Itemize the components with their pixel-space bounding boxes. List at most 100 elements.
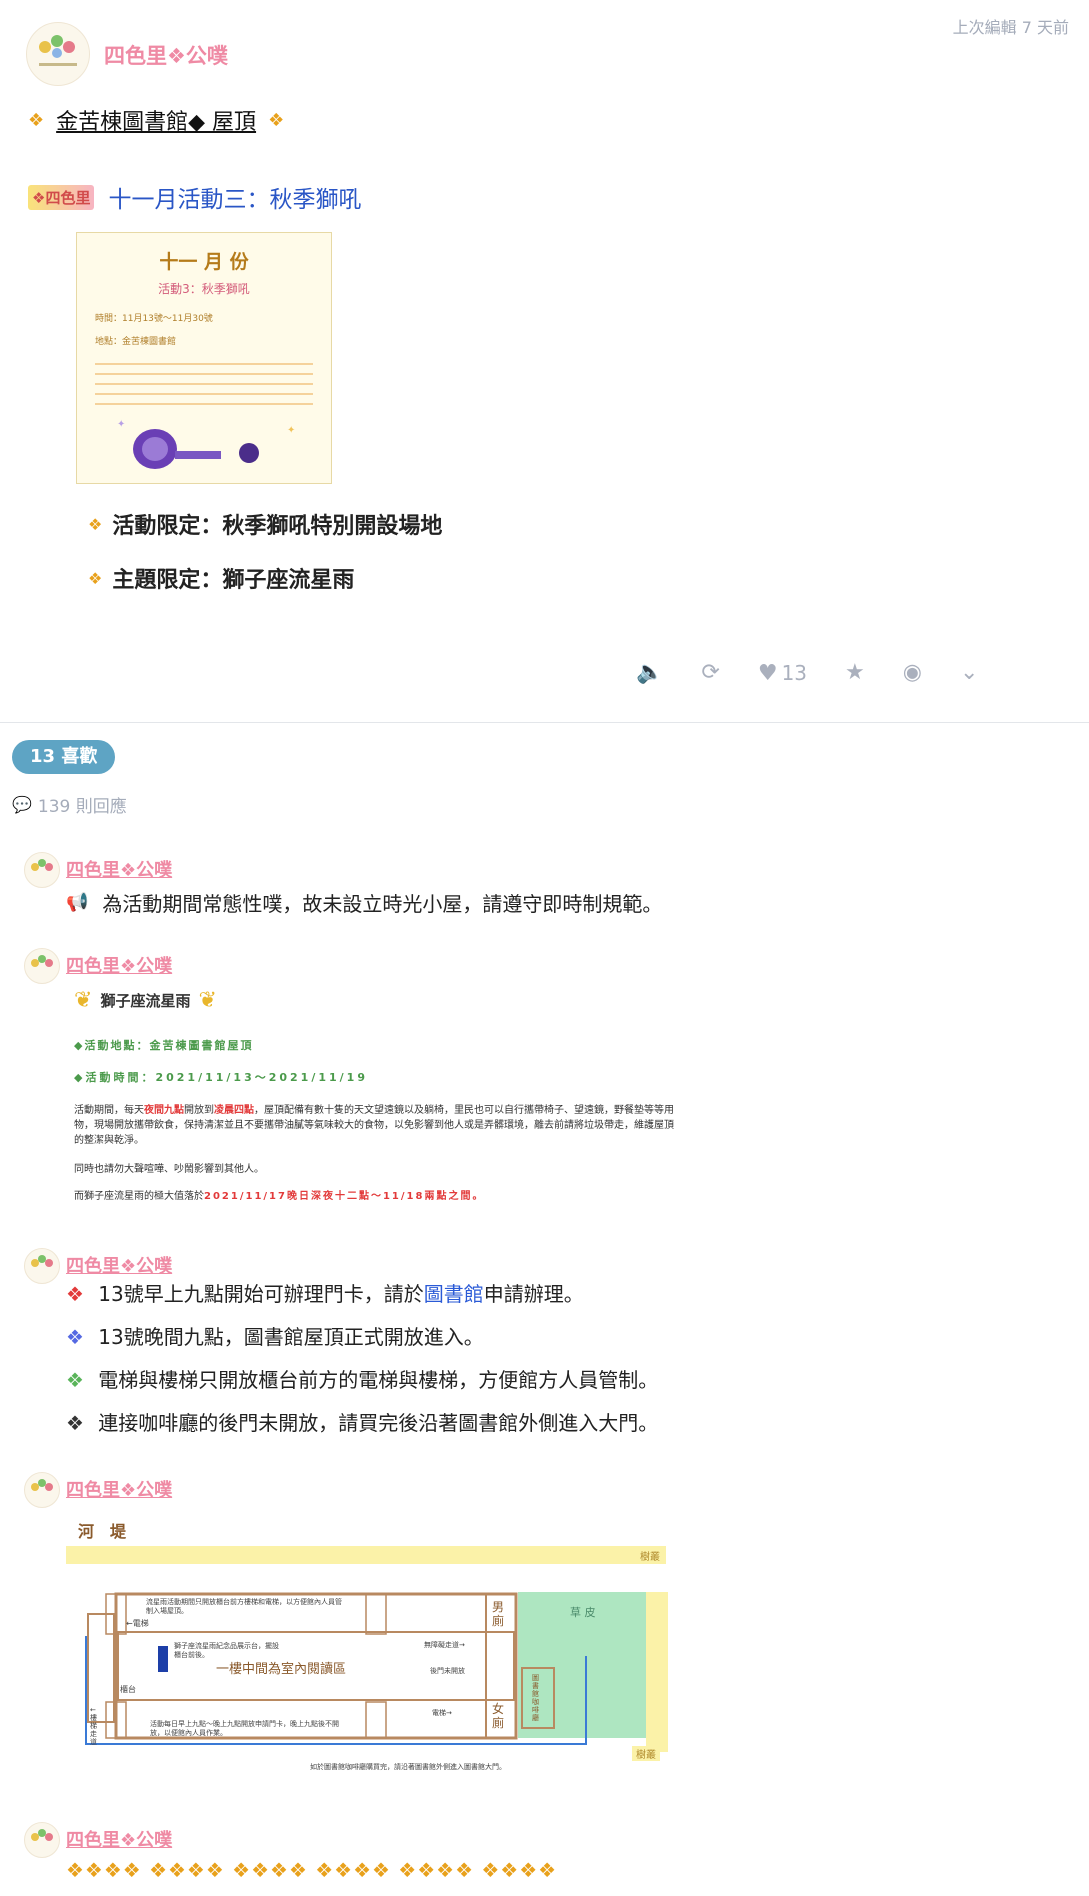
blue-diamond-icon: ❖ <box>66 1325 84 1349</box>
red-diamond-icon: ❖ <box>66 1282 84 1306</box>
rule-item: ❖ 13號晚間九點，圖書館屋頂正式開放進入。 <box>66 1325 658 1349</box>
map-elevator-right: 電梯→ <box>432 1709 452 1717</box>
bullet-item: ❖ 主題限定：獅子座流星雨 <box>88 562 442 594</box>
location-title[interactable]: 金苦棟圖書館◆ 屋頂 <box>56 104 256 136</box>
card-highlight: 夜間九點 <box>144 1105 184 1116</box>
map-building-outline <box>85 1592 587 1745</box>
event-poster[interactable]: 十一 月 份 活動3：秋季獅吼 時間：11月13號～11月30號 地點：金苦棟圖… <box>76 232 332 484</box>
colorful-diamond-icon: ❖ <box>268 109 285 131</box>
diamond-row: ❖❖❖❖ ❖❖❖❖ ❖❖❖❖ ❖❖❖❖ ❖❖❖❖ ❖❖❖❖ <box>66 1858 558 1882</box>
divider <box>0 722 1089 723</box>
replurk-icon[interactable]: ⟳ <box>701 660 719 686</box>
globe-icon[interactable]: ◉ <box>903 660 922 686</box>
card-title-row: ❦ 獅子座流星雨 ❦ <box>74 988 686 1013</box>
map-barrier-free: 無障礙走道→ <box>424 1641 465 1649</box>
flower-logo-icon <box>31 1255 53 1267</box>
reply-author[interactable]: 四色里❖公噗 <box>66 1252 172 1278</box>
rule-text: 電梯與樓梯只開放櫃台前方的電梯與樓梯，方便館方人員管制。 <box>98 1368 659 1392</box>
green-diamond-icon: ❖ <box>66 1368 84 1392</box>
reply-author[interactable]: 四色里❖公噗 <box>66 1476 172 1502</box>
reply-avatar[interactable] <box>24 852 60 888</box>
map-note-top: 流星雨活動期間只開放櫃台前方樓梯和電梯，以方便館內人員管制入場屋頂。 <box>146 1598 342 1615</box>
bullet-text: 活動限定：秋季獅吼特別開設場地 <box>112 514 443 539</box>
card-text: 活動期間，每天 <box>74 1105 144 1116</box>
colorful-diamond-icon: ❖ <box>28 109 45 131</box>
title-line: ❖ 金苦棟圖書館◆ 屋頂 ❖ <box>28 104 284 136</box>
colorful-diamond-icon: ❖ <box>88 514 103 534</box>
map-reading-area: 一樓中間為室內閱讀區 <box>216 1662 347 1677</box>
like-count: 13 <box>781 661 808 685</box>
card-place: ◆活動地點：金苦棟圖書館屋頂 <box>74 1039 254 1052</box>
poster-activity: 活動3：秋季獅吼 <box>158 282 250 296</box>
map-cafe: 圖書館咖啡廳 <box>532 1674 539 1722</box>
library-link[interactable]: 圖書館 <box>424 1282 484 1306</box>
card-paragraph-1: 活動期間，每天夜間九點開放到凌晨四點，屋頂配備有數十隻的天文望遠鏡以及躺椅，里民… <box>74 1103 674 1148</box>
reply-avatar[interactable] <box>24 1248 60 1284</box>
action-bar: 🔈 ⟳ ♥ 13 ★ ◉ ⌄ <box>636 660 978 686</box>
card-time: ◆活動時間：2021/11/13～2021/11/19 <box>74 1071 368 1084</box>
card-highlight: 凌晨四點 <box>214 1105 254 1116</box>
card-highlight: 2021/11/17晚日深夜十二點～11/18兩點之間。 <box>204 1191 485 1202</box>
rule-list: ❖ 13號早上九點開始可辦理門卡，請於圖書館申請辦理。 ❖ 13號晚間九點，圖書… <box>66 1282 658 1435</box>
reply-author[interactable]: 四色里❖公噗 <box>66 856 172 882</box>
poster-text-block <box>95 363 313 411</box>
rule-text: 13號晚間九點，圖書館屋頂正式開放進入。 <box>98 1325 484 1349</box>
mute-icon[interactable]: 🔈 <box>636 660 663 686</box>
rule-text: 連接咖啡廳的後門未開放，請買完後沿著圖書館外側進入大門。 <box>98 1411 659 1435</box>
card-text: 開放到 <box>184 1105 214 1116</box>
reply-avatar[interactable] <box>24 948 60 984</box>
colorful-diamond-icon: ❖ <box>88 568 103 588</box>
likes-badge[interactable]: 13 喜歡 <box>12 740 116 774</box>
rule-text: 申請辦理。 <box>483 1282 584 1306</box>
reply-author[interactable]: 四色里❖公噗 <box>66 1826 172 1852</box>
bullet-text: 主題限定：獅子座流星雨 <box>112 568 355 593</box>
four-color-logo: ❖四色里 <box>28 184 95 210</box>
poster-place: 地點：金苦棟圖書館 <box>95 337 177 347</box>
reply-avatar[interactable] <box>24 1472 60 1508</box>
speech-bubble-icon: 💬 <box>12 795 32 814</box>
map-statue-note: 獅子座流星雨紀念品展示台，擺設櫃台前後。 <box>174 1642 279 1659</box>
reply-count: 💬 139 則回應 <box>12 792 127 817</box>
map-note-bottom: 活動每日早上九點～晚上九點開放申請門卡，晚上九點後不開放，以便館內人員作業。 <box>150 1720 339 1737</box>
svg-text:✦: ✦ <box>117 419 125 430</box>
map-counter: 櫃台 <box>120 1685 136 1694</box>
poster-time: 時間：11月13號～11月30號 <box>95 314 213 324</box>
like-button[interactable]: ♥ 13 <box>758 661 807 686</box>
flower-logo-icon <box>31 859 53 871</box>
map-backdoor: 後門未開放 <box>430 1667 465 1675</box>
reply-avatar[interactable] <box>24 1822 60 1858</box>
card-paragraph-3: 而獅子座流星雨的極大值落於2021/11/17晚日深夜十二點～11/18兩點之間… <box>74 1187 686 1202</box>
flower-logo-icon <box>31 955 53 967</box>
card-title: 獅子座流星雨 <box>100 992 191 1010</box>
rule-item: ❖ 連接咖啡廳的後門未開放，請買完後沿著圖書館外側進入大門。 <box>66 1411 658 1435</box>
chevron-down-icon[interactable]: ⌄ <box>960 660 978 686</box>
wheat-icon: ❦ <box>74 988 93 1013</box>
megaphone-icon: 📢 <box>66 892 89 913</box>
edited-time: 上次編輯 7 天前 <box>952 18 1069 37</box>
bullet-list: ❖ 活動限定：秋季獅吼特別開設場地 ❖ 主題限定：獅子座流星雨 <box>88 508 442 594</box>
event-title: 十一月活動三：秋季獅吼 <box>108 187 362 213</box>
bullet-item: ❖ 活動限定：秋季獅吼特別開設場地 <box>88 508 442 540</box>
reply-author[interactable]: 四色里❖公噗 <box>66 952 172 978</box>
rule-text: 13號早上九點開始可辦理門卡，請於 <box>98 1282 424 1306</box>
reply-text: 為活動期間常態性噗，故未設立時光小屋，請遵守即時制規範。 <box>102 892 663 916</box>
map-women-restroom: 女廁 <box>492 1702 505 1730</box>
purple-lion-icon: ✦ ✦ <box>117 419 295 469</box>
map-stairs-corridor: ←樓梯走道 <box>90 1706 97 1746</box>
map-elevator-left: ←電梯 <box>126 1619 149 1628</box>
flower-logo-icon <box>31 1829 53 1841</box>
star-icon[interactable]: ★ <box>845 660 865 686</box>
black-diamond-icon: ❖ <box>66 1411 84 1435</box>
post-author-name[interactable]: 四色里❖公噗 <box>104 40 228 70</box>
poster-month: 十一 月 份 <box>159 251 249 273</box>
rule-item: ❖ 13號早上九點開始可辦理門卡，請於圖書館申請辦理。 <box>66 1282 658 1306</box>
heart-icon: ♥ <box>757 660 778 686</box>
wheat-icon: ❦ <box>198 988 217 1013</box>
reply-count-text: 139 則回應 <box>37 797 127 817</box>
event-header: ❖四色里 十一月活動三：秋季獅吼 <box>28 180 361 214</box>
meteor-info-card[interactable]: ❦ 獅子座流星雨 ❦ ◆活動地點：金苦棟圖書館屋頂 ◆活動時間：2021/11/… <box>66 988 686 1208</box>
library-floor-map[interactable]: 河 堤 樹叢 草 皮 樹叢 男廁 女廁 一樓中間為室內閱讀區 流星雨活動期間只開… <box>66 1506 670 1782</box>
card-text: 而獅子座流星雨的極大值落於 <box>74 1191 204 1202</box>
author-avatar[interactable] <box>26 22 90 86</box>
map-bottom-note: 如於圖書館咖啡廳購買完，請沿著圖書館外側進入圖書館大門。 <box>310 1763 506 1771</box>
